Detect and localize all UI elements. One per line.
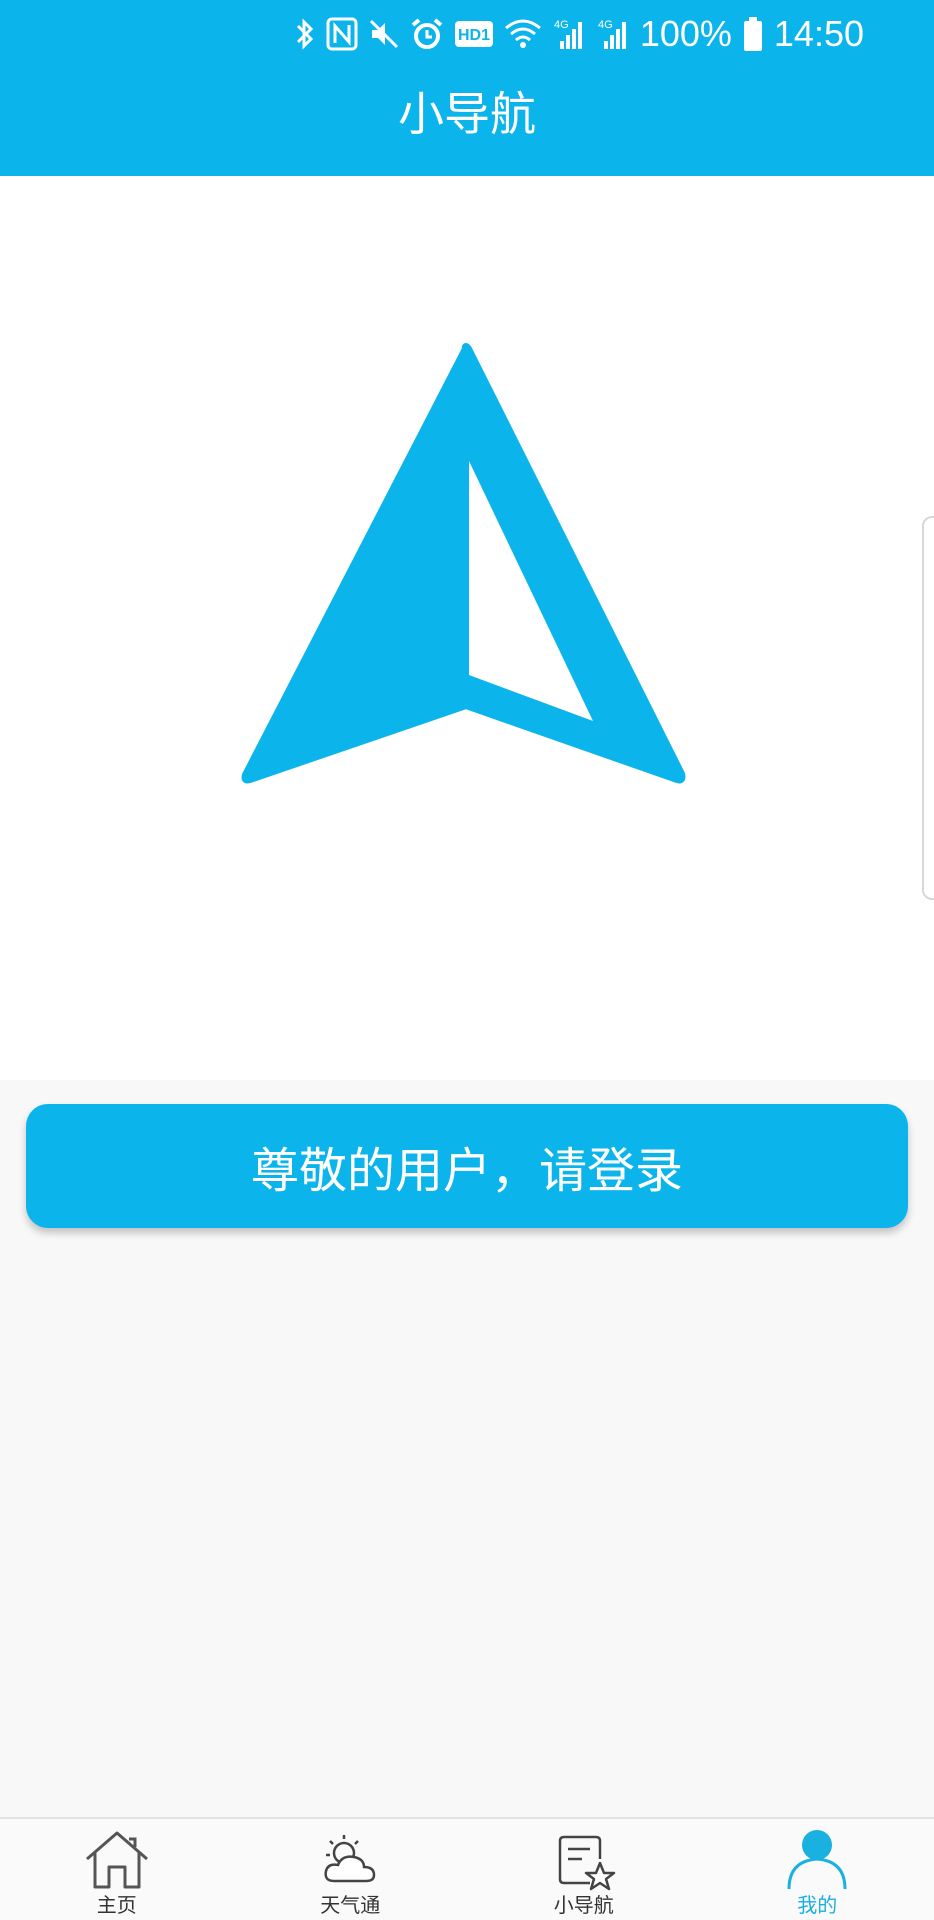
weather-icon <box>316 1829 384 1891</box>
alarm-icon <box>410 17 444 51</box>
home-icon <box>83 1829 151 1891</box>
tab-home[interactable]: 主页 <box>0 1819 234 1920</box>
signal-icon: 4G <box>552 17 586 51</box>
battery-percent: 100% <box>639 13 732 54</box>
app-screen: HD1 4G 4G 100% 14:50 小导航 尊敬的用户，请登录 主页 天气… <box>0 0 934 1920</box>
status-bar: HD1 4G 4G 100% 14:50 <box>294 10 864 58</box>
hd-voice-icon: HD1 <box>454 20 494 48</box>
navigation-icon <box>550 1829 618 1891</box>
app-header: HD1 4G 4G 100% 14:50 小导航 <box>0 0 934 176</box>
tab-navigation[interactable]: 小导航 <box>467 1819 701 1920</box>
signal-icon: 4G <box>596 17 630 51</box>
tab-navigation-label: 小导航 <box>553 1893 614 1917</box>
battery-icon <box>742 16 764 52</box>
login-button[interactable]: 尊敬的用户，请登录 <box>26 1104 908 1228</box>
tab-weather[interactable]: 天气通 <box>234 1819 468 1920</box>
page-title: 小导航 <box>398 87 536 141</box>
network-label: 4G <box>554 19 569 31</box>
tab-mine[interactable]: 我的 <box>701 1819 934 1920</box>
tab-mine-label: 我的 <box>797 1893 838 1917</box>
profile-content: 尊敬的用户，请登录 <box>0 176 934 1228</box>
side-drawer-handle[interactable] <box>922 516 934 900</box>
mute-icon <box>368 17 400 51</box>
tab-weather-label: 天气通 <box>320 1893 381 1917</box>
bluetooth-icon <box>294 17 316 51</box>
navigation-arrow-logo <box>241 343 686 784</box>
hd-label: HD1 <box>458 27 490 44</box>
wifi-icon <box>504 18 542 50</box>
tab-home-label: 主页 <box>96 1893 137 1917</box>
user-icon <box>783 1829 851 1891</box>
bottom-navigation: 主页 天气通 小导航 我的 <box>0 1817 934 1920</box>
nfc-icon <box>326 17 358 51</box>
clock: 14:50 <box>773 13 864 54</box>
network-label: 4G <box>598 19 613 31</box>
